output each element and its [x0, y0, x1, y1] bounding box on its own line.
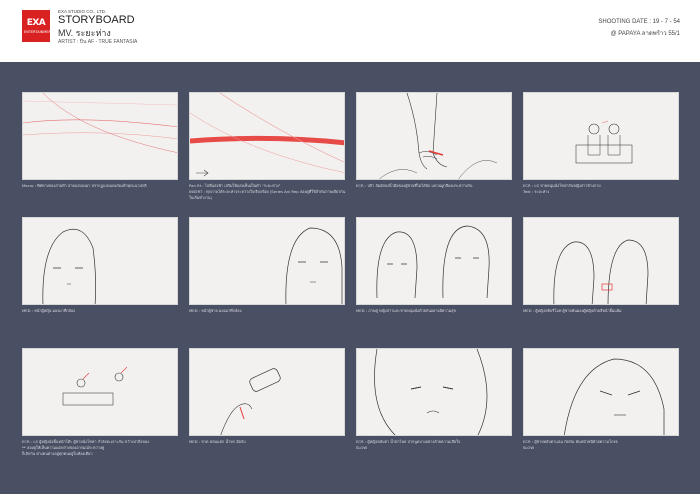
- frame-caption: MED : ขวด หล่นแตก น้ำหก มือจับ: [189, 439, 246, 444]
- sketch-man-face: [285, 227, 343, 304]
- storyboard-area: Macro : ทิศทางของสายฟ้า สาดแสงลงมา ปรากฏ…: [0, 62, 700, 494]
- location: @ PAPAYA ลาดพร้าว 55/1: [610, 31, 680, 37]
- frame-caption: Macro : ทิศทางของสายฟ้า สาดแสงลงมา ปรากฏ…: [22, 183, 147, 188]
- logo-subtext: ENTERTAINMENT: [24, 30, 54, 34]
- frame-caption: ECR : LS ผู้หญิงนั่งพื้นหน้าโต๊ะ ผู้ชายน…: [22, 439, 149, 456]
- logo-text: EXA: [26, 18, 46, 28]
- company-logo: EXA ENTERTAINMENT: [22, 10, 54, 42]
- storyboard-frame-5: [22, 217, 178, 305]
- frame-caption: MED : ผู้หญิงหยิบรีโมท ผู้ชายหันมองผู้หญ…: [523, 308, 622, 313]
- sketch-red-thread: [190, 93, 344, 177]
- storyboard-frame-1: [22, 92, 178, 180]
- sketch-bottle-falling: [220, 368, 281, 435]
- sketch-woman-face: [42, 228, 97, 304]
- sketch-hands: [379, 93, 498, 179]
- frame-caption: MED : หน้าผู้หญิง มองมาที่กล้อง: [22, 308, 76, 313]
- storyboard-frame-11: [356, 348, 512, 436]
- sketch-couple-sofa: [575, 120, 633, 164]
- sketch-red-lines: [23, 93, 177, 153]
- storyboard-frame-6: [189, 217, 345, 305]
- frame-caption: ECR : ผู้ชายหลับตาแน่น กัดฟัน หันหน้าหนี…: [523, 439, 618, 450]
- sketch-woman-crying: [374, 349, 488, 435]
- sketch-couple-remote: [553, 239, 649, 304]
- storyboard-frame-9: [22, 348, 178, 436]
- sketch-couple-faces: [376, 225, 490, 299]
- sketch-man-angry: [563, 358, 665, 435]
- frame-caption: MED : ภาพคู่ หญิงสาวและชายหนุ่มนั่งด้วยก…: [356, 308, 457, 313]
- shooting-date: SHOOTING DATE : 19 - 7 - 54: [598, 19, 680, 25]
- frame-caption: Pan Rt : ไปที่แสงฟ้า เสริมให้แสงเห็นเป็น…: [189, 183, 346, 200]
- storyboard-frame-2: [189, 92, 345, 180]
- storyboard-frame-7: [356, 217, 512, 305]
- frame-caption: ECR : ปลิว สัมผัสลงนิ้วมือของผู้ชายที่ไม…: [356, 183, 473, 188]
- storyboard-frame-12: [523, 348, 679, 436]
- artist-line: ARTIST : ปิ่น AF - TRUE FANTASIA: [58, 39, 138, 45]
- storyboard-frame-8: [523, 217, 679, 305]
- storyboard-frame-4: [523, 92, 679, 180]
- storyboard-frame-3: [356, 92, 512, 180]
- storyboard-frame-10: [189, 348, 345, 436]
- frame-caption: ECR : ผู้หญิงหลับตา น้ำตาไหล ปากพูดบางอย…: [356, 439, 461, 450]
- header: EXA ENTERTAINMENT EXA STUDIO CO., LTD. S…: [0, 0, 700, 62]
- frame-caption: ECR : LS ชายหนุ่มนั่งโซฟากับหญิงสาวข้างก…: [523, 183, 601, 194]
- sketch-argument-room: [62, 366, 128, 406]
- frame-caption: MED : หน้าผู้ชาย มองมาที่กล้อง: [189, 308, 242, 313]
- page-title: STORYBOARD: [58, 14, 135, 26]
